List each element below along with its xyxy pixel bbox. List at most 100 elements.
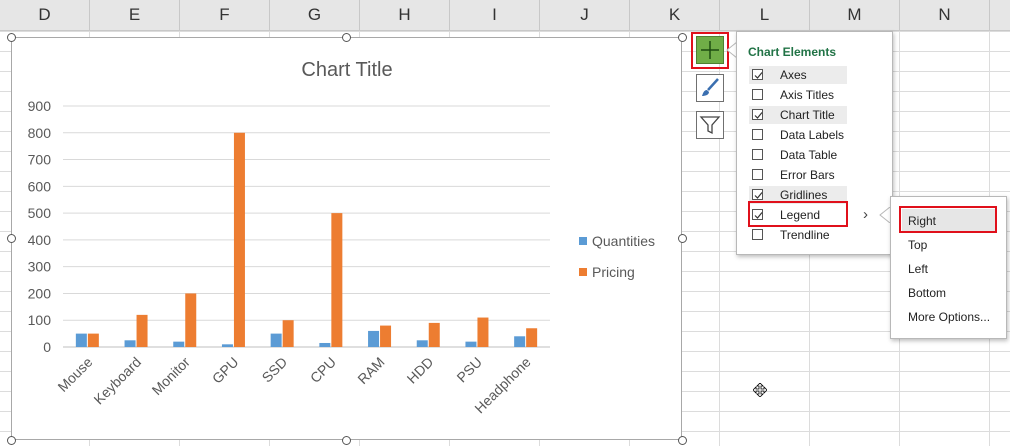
checkbox[interactable]: [752, 129, 763, 140]
bar-quantities-mouse[interactable]: [75, 333, 87, 347]
element-label: Gridlines: [780, 188, 828, 202]
bar-quantities-keyboard[interactable]: [124, 340, 136, 347]
checkbox[interactable]: [752, 189, 763, 200]
element-error-bars[interactable]: Error Bars: [749, 166, 847, 184]
element-trendline[interactable]: Trendline: [749, 226, 847, 244]
x-tick-label: Monitor: [149, 354, 194, 399]
column-header-e[interactable]: E: [90, 0, 180, 30]
legend-highlight: [748, 201, 848, 227]
bar-pricing-psu[interactable]: [477, 317, 489, 347]
bar-quantities-ssd[interactable]: [270, 333, 282, 347]
column-header-g[interactable]: G: [270, 0, 360, 30]
y-tick-label: 900: [28, 98, 52, 114]
check-icon: [754, 192, 763, 199]
element-axes[interactable]: Axes: [749, 66, 847, 84]
bar-pricing-monitor[interactable]: [185, 293, 197, 347]
column-header-k[interactable]: K: [630, 0, 720, 30]
bar-pricing-keyboard[interactable]: [136, 314, 148, 347]
checkbox[interactable]: [752, 89, 763, 100]
bar-quantities-cpu[interactable]: [319, 342, 331, 347]
funnel-icon: [699, 116, 721, 135]
y-tick-label: 0: [43, 339, 51, 355]
legend-submenu-arrow[interactable]: ›: [863, 206, 868, 223]
column-header-l[interactable]: L: [720, 0, 810, 30]
bar-quantities-monitor[interactable]: [173, 341, 185, 347]
chart-styles-button[interactable]: [696, 74, 724, 102]
y-tick-label: 800: [28, 125, 52, 141]
right-option-highlight: [899, 206, 997, 233]
resize-handle-right[interactable]: [678, 234, 687, 243]
element-label: Axis Titles: [780, 88, 835, 102]
checkbox[interactable]: [752, 109, 763, 120]
bar-quantities-ram[interactable]: [368, 330, 380, 347]
element-label: Data Table: [780, 148, 838, 162]
element-label: Error Bars: [780, 168, 835, 182]
resize-handle-top[interactable]: [342, 33, 351, 42]
chart-title[interactable]: Chart Title: [301, 59, 392, 81]
legend-more-options[interactable]: More Options...: [908, 310, 990, 324]
column-header-j[interactable]: J: [540, 0, 630, 30]
x-tick-label: SSD: [259, 354, 291, 386]
checkbox[interactable]: [752, 149, 763, 160]
element-label: Trendline: [780, 228, 830, 242]
legend-left-option[interactable]: Left: [908, 262, 928, 276]
column-header-d[interactable]: D: [0, 0, 90, 30]
resize-handle-bottom-right[interactable]: [678, 436, 687, 445]
chart-elements-title: Chart Elements: [748, 45, 837, 59]
y-tick-label: 500: [28, 205, 52, 221]
bar-pricing-hdd[interactable]: [428, 322, 440, 347]
element-axis-titles[interactable]: Axis Titles: [749, 86, 847, 104]
checkbox[interactable]: [752, 229, 763, 240]
column-header-m[interactable]: M: [810, 0, 900, 30]
y-tick-label: 700: [28, 152, 52, 168]
chart-svg: Chart Title 0 100 200 300 400 500 600 700 800 900…: [28, 59, 655, 416]
resize-handle-bottom-left[interactable]: [7, 436, 16, 445]
x-tick-label: HDD: [404, 354, 437, 387]
bar-pricing-cpu[interactable]: [331, 213, 343, 347]
chart-area[interactable]: Chart Title 0 100 200 300 400 500 600 700 800 900…: [11, 37, 682, 440]
move-cursor-icon: [753, 383, 767, 397]
legend-swatch-pricing: [579, 268, 587, 276]
bar-quantities-gpu[interactable]: [221, 344, 233, 347]
element-data-labels[interactable]: Data Labels: [749, 126, 847, 144]
bar-quantities-hdd[interactable]: [416, 340, 428, 347]
y-tick-label: 300: [28, 259, 52, 275]
bar-pricing-gpu[interactable]: [233, 132, 245, 347]
checkbox[interactable]: [752, 169, 763, 180]
bar-pricing-ssd[interactable]: [282, 320, 294, 347]
element-label: Data Labels: [780, 128, 845, 142]
column-header-h[interactable]: H: [360, 0, 450, 30]
x-tick-label: Keyboard: [90, 354, 144, 408]
y-tick-label: 100: [28, 312, 52, 328]
x-tick-label: CPU: [307, 354, 339, 386]
y-tick-label: 200: [28, 285, 52, 301]
chart-filters-button[interactable]: [696, 111, 724, 139]
element-chart-title[interactable]: Chart Title: [749, 106, 847, 124]
column-header-n[interactable]: N: [900, 0, 990, 30]
check-icon: [754, 112, 763, 119]
x-tick-label: Mouse: [54, 354, 95, 395]
x-tick-label: PSU: [453, 354, 485, 386]
checkbox[interactable]: [752, 69, 763, 80]
x-tick-label: RAM: [354, 354, 387, 387]
resize-handle-left[interactable]: [7, 234, 16, 243]
bar-pricing-mouse[interactable]: [87, 333, 99, 347]
bar-pricing-ram[interactable]: [380, 325, 392, 347]
legend-entry-quantities[interactable]: Quantities: [592, 233, 655, 249]
element-data-table[interactable]: Data Table: [749, 146, 847, 164]
y-tick-label: 600: [28, 178, 52, 194]
column-header-f[interactable]: F: [180, 0, 270, 30]
column-header-i[interactable]: I: [450, 0, 540, 30]
resize-handle-top-right[interactable]: [678, 33, 687, 42]
resize-handle-bottom[interactable]: [342, 436, 351, 445]
bar-pricing-headphone[interactable]: [526, 328, 538, 347]
brush-icon: [702, 78, 719, 96]
resize-handle-top-left[interactable]: [7, 33, 16, 42]
bar-quantities-psu[interactable]: [465, 341, 477, 347]
bar-quantities-headphone[interactable]: [514, 336, 526, 347]
legend-top-option[interactable]: Top: [908, 238, 927, 252]
legend-entry-pricing[interactable]: Pricing: [592, 264, 635, 280]
y-tick-label: 400: [28, 232, 52, 248]
legend-bottom-option[interactable]: Bottom: [908, 286, 946, 300]
legend-swatch-quantities: [579, 237, 587, 245]
